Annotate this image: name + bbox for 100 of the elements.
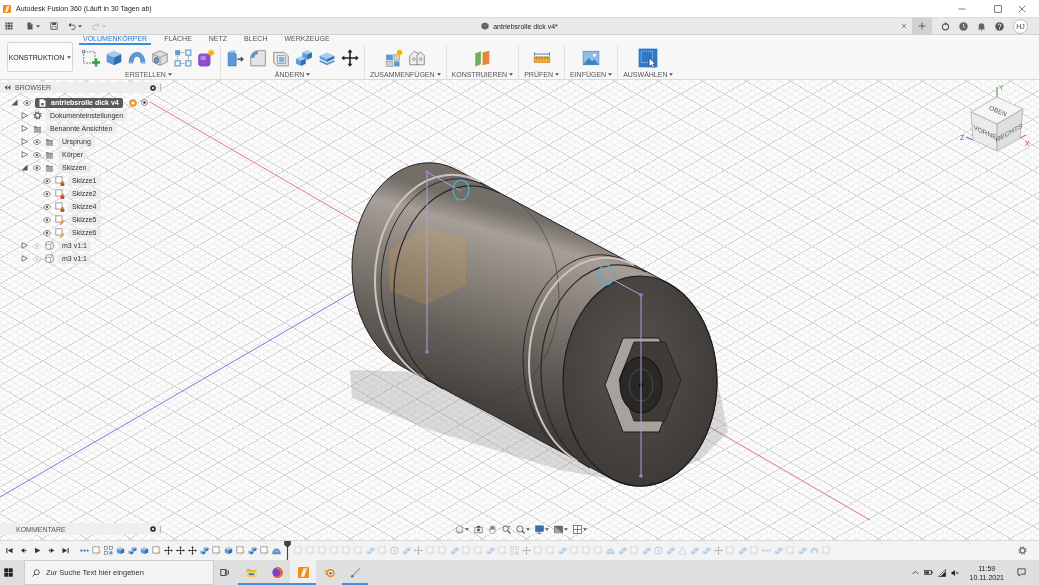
move-icon[interactable] [164, 546, 173, 555]
rounded-corner-icon[interactable] [249, 49, 267, 67]
target-icon[interactable] [140, 99, 148, 106]
zoom-window-icon[interactable] [516, 525, 525, 534]
caret-icon[interactable] [583, 528, 587, 531]
eye-icon[interactable] [33, 164, 41, 171]
caret-icon[interactable] [509, 73, 514, 76]
clock-icon[interactable] [959, 21, 968, 31]
box-icon[interactable] [116, 546, 125, 555]
skip-forward-icon[interactable] [62, 547, 69, 554]
maximize-icon[interactable] [994, 4, 1002, 13]
caret-icon[interactable] [554, 73, 559, 76]
camera-icon[interactable] [474, 525, 483, 534]
expand-triangle-icon[interactable] [20, 112, 28, 119]
expand-triangle-icon[interactable] [20, 242, 28, 249]
monitor-icon[interactable] [535, 525, 544, 534]
caret-icon[interactable] [608, 73, 613, 76]
stacked-boxes-icon[interactable] [248, 546, 257, 555]
box-icon[interactable] [140, 546, 149, 555]
component-star-icon[interactable] [384, 49, 403, 67]
caret-icon[interactable] [78, 24, 82, 28]
arch-icon[interactable] [128, 49, 146, 67]
start-icon[interactable] [4, 568, 13, 577]
play-icon[interactable] [34, 547, 41, 554]
image-icon[interactable] [582, 49, 601, 67]
cube-hole-icon[interactable] [151, 49, 169, 67]
eye-icon[interactable] [43, 216, 51, 223]
muted-speaker-icon[interactable] [951, 568, 960, 577]
dome-icon[interactable] [272, 546, 281, 555]
close-icon[interactable] [1018, 4, 1026, 13]
caret-icon[interactable] [67, 55, 72, 59]
block-arrow-icon[interactable] [226, 49, 244, 67]
dots-icon[interactable] [80, 546, 89, 555]
square-pencil-icon[interactable] [212, 546, 221, 555]
box-icon[interactable] [105, 49, 123, 67]
save-icon[interactable] [50, 22, 58, 30]
task-view-icon[interactable] [220, 568, 229, 577]
grid-icon[interactable] [573, 525, 582, 534]
square-pencil-icon[interactable] [92, 546, 101, 555]
eye-icon[interactable] [33, 151, 41, 158]
plane-icon[interactable] [473, 49, 492, 67]
expand-triangle-icon[interactable] [20, 164, 28, 171]
caret-icon[interactable] [306, 73, 311, 76]
caret-icon[interactable] [167, 73, 172, 76]
eye-icon[interactable] [43, 177, 51, 184]
square-pencil-icon[interactable] [236, 546, 245, 555]
caret-icon[interactable] [465, 528, 469, 531]
step-back-icon[interactable] [20, 547, 27, 554]
eye-icon[interactable] [33, 138, 41, 145]
eye-icon[interactable] [23, 99, 31, 106]
expand-triangle-icon[interactable] [20, 125, 28, 132]
caret-icon[interactable] [526, 528, 530, 531]
collapse-arrows-icon[interactable] [4, 85, 11, 90]
dot-circle-icon[interactable] [150, 84, 156, 91]
hinge-icon[interactable] [407, 49, 426, 67]
expand-triangle-icon[interactable] [20, 151, 28, 158]
caret-icon[interactable] [436, 73, 441, 76]
signal-icon[interactable] [938, 568, 947, 577]
caret-icon[interactable] [545, 528, 549, 531]
blob-star-icon[interactable] [197, 49, 215, 67]
caret-icon[interactable] [669, 73, 674, 76]
close-icon[interactable] [901, 23, 907, 29]
dot-circle-icon[interactable] [150, 526, 156, 532]
apps-grid-icon[interactable] [5, 22, 13, 30]
move-icon[interactable] [341, 49, 359, 67]
stacked-boxes-icon[interactable] [295, 49, 313, 67]
square-pencil-icon[interactable] [260, 546, 269, 555]
settings-icon[interactable] [1018, 546, 1027, 555]
caret-icon[interactable] [36, 24, 40, 28]
help-icon[interactable] [995, 21, 1004, 31]
caret-icon[interactable] [564, 528, 568, 531]
timeline-marker[interactable] [284, 541, 291, 560]
eye-icon[interactable] [43, 190, 51, 197]
hand-icon[interactable] [488, 525, 497, 534]
skip-back-icon[interactable] [6, 547, 13, 554]
notification-icon[interactable] [1017, 568, 1026, 577]
view-cube[interactable] [970, 96, 1024, 152]
select-cursor-icon[interactable] [638, 48, 659, 68]
squares-icon[interactable] [104, 546, 113, 555]
orbit-icon[interactable] [455, 525, 464, 534]
grid-squares-icon[interactable] [174, 49, 192, 67]
square-plus-icon[interactable] [82, 49, 100, 67]
expand-triangle-icon[interactable] [20, 138, 28, 145]
zoom-icon[interactable] [502, 525, 511, 534]
display-style-icon[interactable] [554, 525, 563, 534]
eye-icon[interactable] [43, 229, 51, 236]
move-icon[interactable] [176, 546, 185, 555]
dots-icon[interactable] [762, 546, 771, 555]
expand-triangle-icon[interactable] [10, 99, 18, 106]
stacked-boxes-icon[interactable] [128, 546, 137, 555]
battery-icon[interactable] [924, 568, 934, 577]
expand-triangle-icon[interactable] [20, 255, 28, 262]
eye-icon[interactable] [43, 203, 51, 210]
refresh-icon[interactable] [941, 21, 950, 31]
square-pencil-icon[interactable] [152, 546, 161, 555]
box-icon[interactable] [224, 546, 233, 555]
file-icon[interactable] [26, 22, 34, 30]
step-forward-icon[interactable] [48, 547, 55, 554]
hollow-cube-icon[interactable] [272, 49, 290, 67]
stacked-boxes-icon[interactable] [200, 546, 209, 555]
